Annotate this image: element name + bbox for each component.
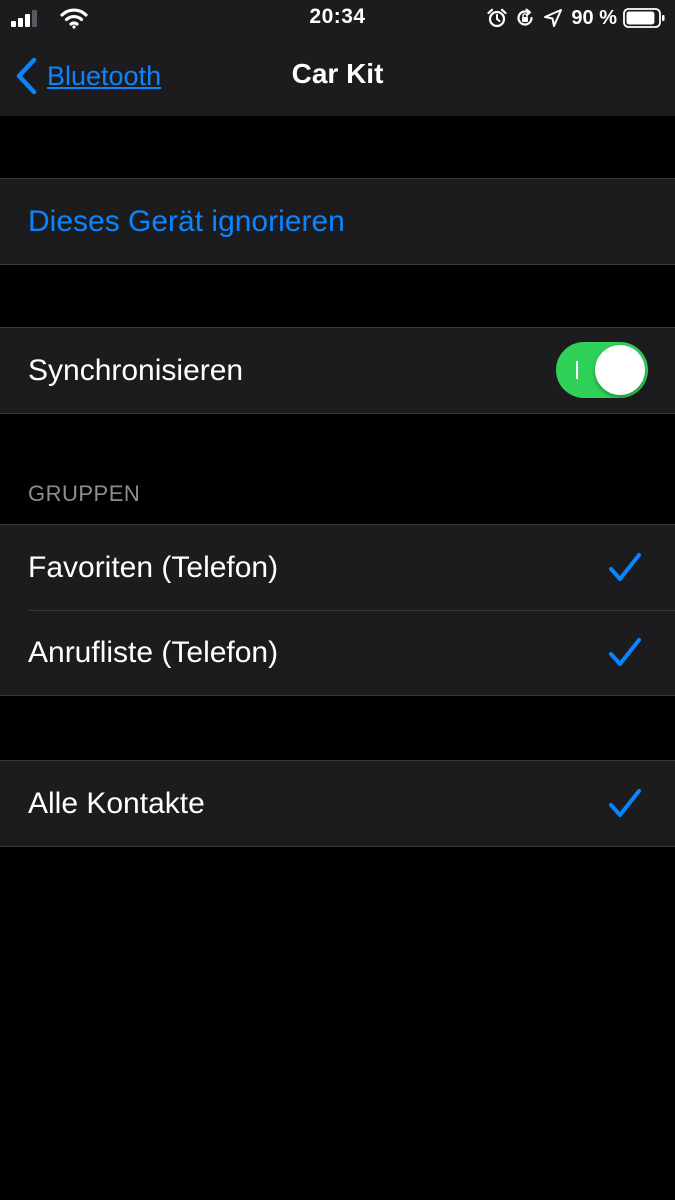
list-item-call-history[interactable]: Anrufliste (Telefon) (0, 610, 675, 695)
contacts-section: Alle Kontakte (0, 760, 675, 847)
signal-icon (11, 10, 37, 27)
groups-section-header: GRUPPEN (28, 481, 141, 506)
page-title: Car Kit (291, 58, 384, 89)
sync-section: Synchronisieren (0, 327, 675, 414)
status-right-group: 90 % (487, 5, 665, 31)
battery-percentage: 90 % (571, 6, 617, 29)
forget-device-button[interactable]: Dieses Gerät ignorieren (0, 179, 675, 264)
location-arrow-icon (544, 9, 563, 27)
alarm-icon (487, 8, 508, 28)
orientation-lock-icon (517, 8, 534, 26)
groups-section: Favoriten (Telefon) Anrufliste (Telefon) (0, 524, 675, 696)
navigation-bar: Bluetooth Car Kit (0, 36, 675, 116)
list-item-label: Anrufliste (Telefon) (28, 635, 279, 669)
sync-label: Synchronisieren (28, 353, 244, 387)
status-bar: 20:34 90 % (0, 0, 675, 36)
sync-toggle[interactable] (556, 342, 648, 398)
sync-row: Synchronisieren (0, 328, 675, 413)
list-item-label: Alle Kontakte (28, 786, 205, 820)
checkmark-icon (609, 638, 641, 666)
forget-device-label: Dieses Gerät ignorieren (28, 204, 345, 238)
list-item-all-contacts[interactable]: Alle Kontakte (0, 761, 675, 846)
toggle-on-indicator (576, 361, 578, 379)
checkmark-icon (609, 789, 641, 817)
checkmark-icon (609, 553, 641, 581)
wifi-icon (60, 8, 88, 29)
list-item-label: Favoriten (Telefon) (28, 550, 279, 584)
battery-icon (623, 8, 665, 28)
forget-device-section: Dieses Gerät ignorieren (0, 178, 675, 265)
list-item-favorites[interactable]: Favoriten (Telefon) (0, 525, 675, 610)
toggle-knob (595, 345, 645, 395)
